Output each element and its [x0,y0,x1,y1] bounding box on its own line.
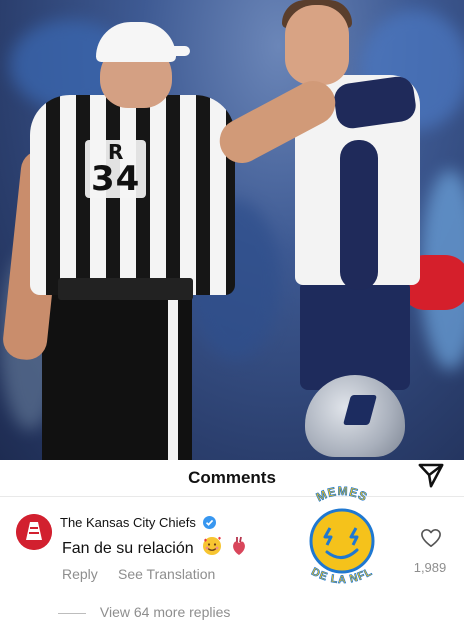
player-pants [300,280,410,390]
comments-title: Comments [188,468,276,487]
smiling-face-with-hearts-emoji [203,536,222,555]
anatomical-heart-emoji [232,536,245,555]
post-photo[interactable]: R 34 [0,0,464,460]
verified-badge-icon [203,516,217,529]
comment-author[interactable]: The Kansas City Chiefs [60,515,217,530]
memes-de-la-nfl-logo: MEMES DE LA NFL [309,484,375,586]
heart-outline-icon[interactable] [420,528,442,548]
referee-cap [96,22,190,62]
replies-divider [58,612,86,614]
referee-number-label: 34 [91,159,141,199]
comment-body: Fan de su relación [62,536,247,558]
reply-button[interactable]: Reply [62,566,98,582]
referee-number-patch: R 34 [85,140,147,199]
comments-header: Comments [0,460,464,497]
player-arm [340,140,378,290]
referee-pants [42,290,192,460]
see-translation-button[interactable]: See Translation [118,566,215,582]
chiefs-logo-icon [16,514,52,550]
comment-text: Fan de su relación [62,540,194,557]
like-count: 1,989 [413,560,447,575]
logo-top-text: MEMES [314,484,370,505]
author-name[interactable]: The Kansas City Chiefs [60,515,196,530]
referee-belt [58,278,193,300]
send-icon[interactable] [416,460,446,490]
svg-text:MEMES: MEMES [314,484,370,504]
view-replies-label[interactable]: View 64 more replies [100,604,230,620]
avatar[interactable] [16,514,52,550]
view-replies-button[interactable]: View 64 more replies [58,604,230,620]
player-head [285,5,349,85]
